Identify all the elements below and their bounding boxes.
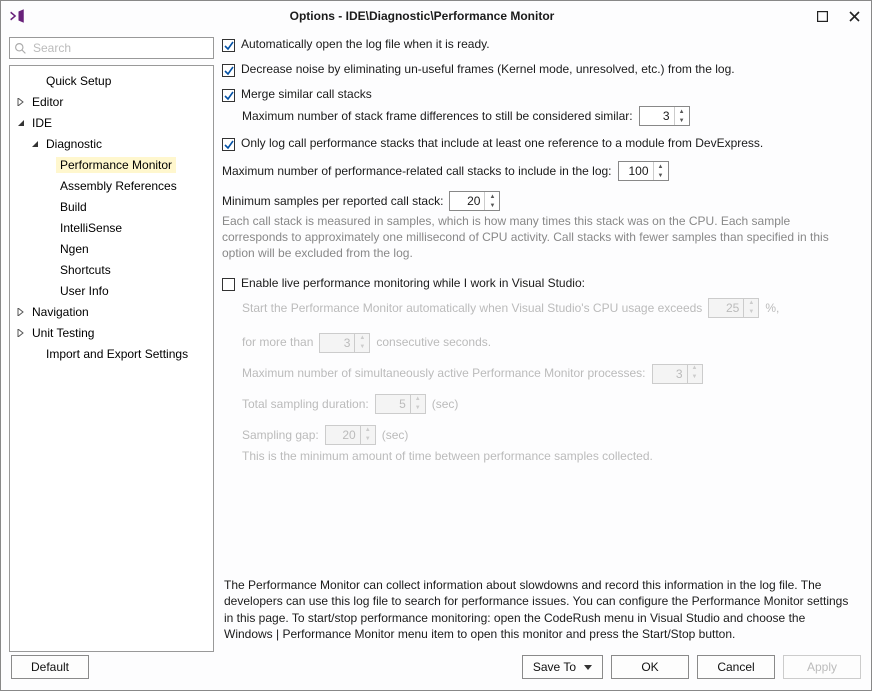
spin-down-icon: ▼ (361, 435, 375, 444)
tree-item-performance-monitor[interactable]: Performance Monitor (10, 154, 213, 175)
input-min-samples[interactable] (450, 192, 484, 210)
window-title: Options - IDE\Diagnostic\Performance Mon… (33, 9, 811, 23)
spinner-cpu-pct: ▲▼ (708, 298, 759, 318)
spinner-cpu-seconds: ▲▼ (319, 333, 370, 353)
label-only-devexpress: Only log call performance stacks that in… (241, 136, 763, 150)
spin-down-icon: ▼ (744, 308, 758, 317)
search-field-wrap[interactable] (9, 37, 214, 59)
tree-item-user-info[interactable]: User Info (10, 280, 213, 301)
spin-down-icon[interactable]: ▼ (485, 201, 499, 210)
dialog-body: Quick Setup Editor IDE Diagnostic Perfor… (1, 31, 871, 652)
search-icon (14, 42, 27, 55)
spin-down-icon[interactable]: ▼ (654, 171, 668, 180)
checkbox-only-devexpress[interactable] (222, 138, 235, 151)
close-button[interactable] (843, 5, 865, 27)
hint-min-samples: Each call stack is measured in samples, … (222, 213, 859, 262)
label-pct-unit: %, (765, 297, 779, 320)
label-live-maxproc: Maximum number of simultaneously active … (242, 362, 646, 385)
tree-item-ngen[interactable]: Ngen (10, 238, 213, 259)
chevron-right-icon[interactable] (14, 305, 28, 319)
apply-button[interactable]: Apply (783, 655, 861, 679)
default-button[interactable]: Default (11, 655, 89, 679)
label-auto-open: Automatically open the log file when it … (241, 37, 490, 51)
spinner-total-duration: ▲▼ (375, 394, 426, 414)
label-decrease-noise: Decrease noise by eliminating un-useful … (241, 62, 735, 76)
label-live-start-pre: Start the Performance Monitor automatica… (242, 297, 702, 320)
tree-item-navigation[interactable]: Navigation (10, 301, 213, 322)
description-text: The Performance Monitor can collect info… (222, 569, 859, 652)
tree-item-ide[interactable]: IDE (10, 112, 213, 133)
input-max-stacks[interactable] (619, 162, 653, 180)
chevron-right-icon[interactable] (14, 326, 28, 340)
spin-down-icon: ▼ (411, 404, 425, 413)
input-maxproc (653, 365, 687, 383)
input-total-duration (376, 395, 410, 413)
left-pane: Quick Setup Editor IDE Diagnostic Perfor… (9, 37, 214, 652)
spinner-max-diff[interactable]: ▲▼ (639, 106, 690, 126)
input-cpu-pct (709, 299, 743, 317)
tree-item-shortcuts[interactable]: Shortcuts (10, 259, 213, 280)
chevron-right-icon[interactable] (14, 95, 28, 109)
input-cpu-seconds (320, 334, 354, 352)
maximize-button[interactable] (811, 5, 833, 27)
spin-down-icon: ▼ (355, 343, 369, 352)
label-max-diff: Maximum number of stack frame difference… (242, 109, 633, 123)
search-input[interactable] (31, 40, 209, 56)
spin-down-icon: ▼ (688, 374, 702, 383)
tree-item-assembly-references[interactable]: Assembly References (10, 175, 213, 196)
label-enable-live: Enable live performance monitoring while… (241, 276, 585, 290)
label-max-stacks: Maximum number of performance-related ca… (222, 164, 612, 178)
spinner-maxproc: ▲▼ (652, 364, 703, 384)
spin-down-icon[interactable]: ▼ (675, 116, 689, 125)
label-sec-unit: (sec) (432, 393, 459, 416)
options-tree[interactable]: Quick Setup Editor IDE Diagnostic Perfor… (9, 65, 214, 652)
label-merge-stacks: Merge similar call stacks (241, 87, 372, 101)
tree-item-unit-testing[interactable]: Unit Testing (10, 322, 213, 343)
label-min-samples: Minimum samples per reported call stack: (222, 194, 443, 208)
settings-panel: Automatically open the log file when it … (222, 37, 863, 652)
ok-button[interactable]: OK (611, 655, 689, 679)
spinner-sampling-gap: ▲▼ (325, 425, 376, 445)
spinner-max-stacks[interactable]: ▲▼ (618, 161, 669, 181)
spin-up-icon[interactable]: ▲ (654, 162, 668, 171)
input-max-diff[interactable] (640, 107, 674, 125)
dialog-footer: Default Save To OK Cancel Apply (1, 652, 871, 690)
checkbox-decrease-noise[interactable] (222, 64, 235, 77)
options-dialog: Options - IDE\Diagnostic\Performance Mon… (0, 0, 872, 691)
titlebar: Options - IDE\Diagnostic\Performance Mon… (1, 1, 871, 31)
app-logo-icon (7, 6, 27, 26)
cancel-button[interactable]: Cancel (697, 655, 775, 679)
spin-up-icon[interactable]: ▲ (485, 192, 499, 201)
chevron-down-icon[interactable] (14, 116, 28, 130)
chevron-down-icon[interactable] (28, 137, 42, 151)
save-to-button[interactable]: Save To (522, 655, 603, 679)
hint-sampling-gap: This is the minimum amount of time betwe… (242, 449, 859, 463)
tree-item-editor[interactable]: Editor (10, 91, 213, 112)
label-sec-unit-2: (sec) (382, 424, 409, 447)
spin-up-icon[interactable]: ▲ (675, 107, 689, 116)
label-live-start-mid: for more than (242, 331, 313, 354)
checkbox-auto-open[interactable] (222, 39, 235, 52)
tree-item-intellisense[interactable]: IntelliSense (10, 217, 213, 238)
tree-item-diagnostic[interactable]: Diagnostic (10, 133, 213, 154)
input-sampling-gap (326, 426, 360, 444)
tree-item-import-export[interactable]: Import and Export Settings (10, 343, 213, 364)
checkbox-enable-live[interactable] (222, 278, 235, 291)
tree-item-quick-setup[interactable]: Quick Setup (10, 70, 213, 91)
label-live-total: Total sampling duration: (242, 393, 369, 416)
checkbox-merge-stacks[interactable] (222, 89, 235, 102)
label-live-start-post: consecutive seconds. (376, 331, 491, 354)
spinner-min-samples[interactable]: ▲▼ (449, 191, 500, 211)
label-live-gap: Sampling gap: (242, 424, 319, 447)
tree-item-build[interactable]: Build (10, 196, 213, 217)
